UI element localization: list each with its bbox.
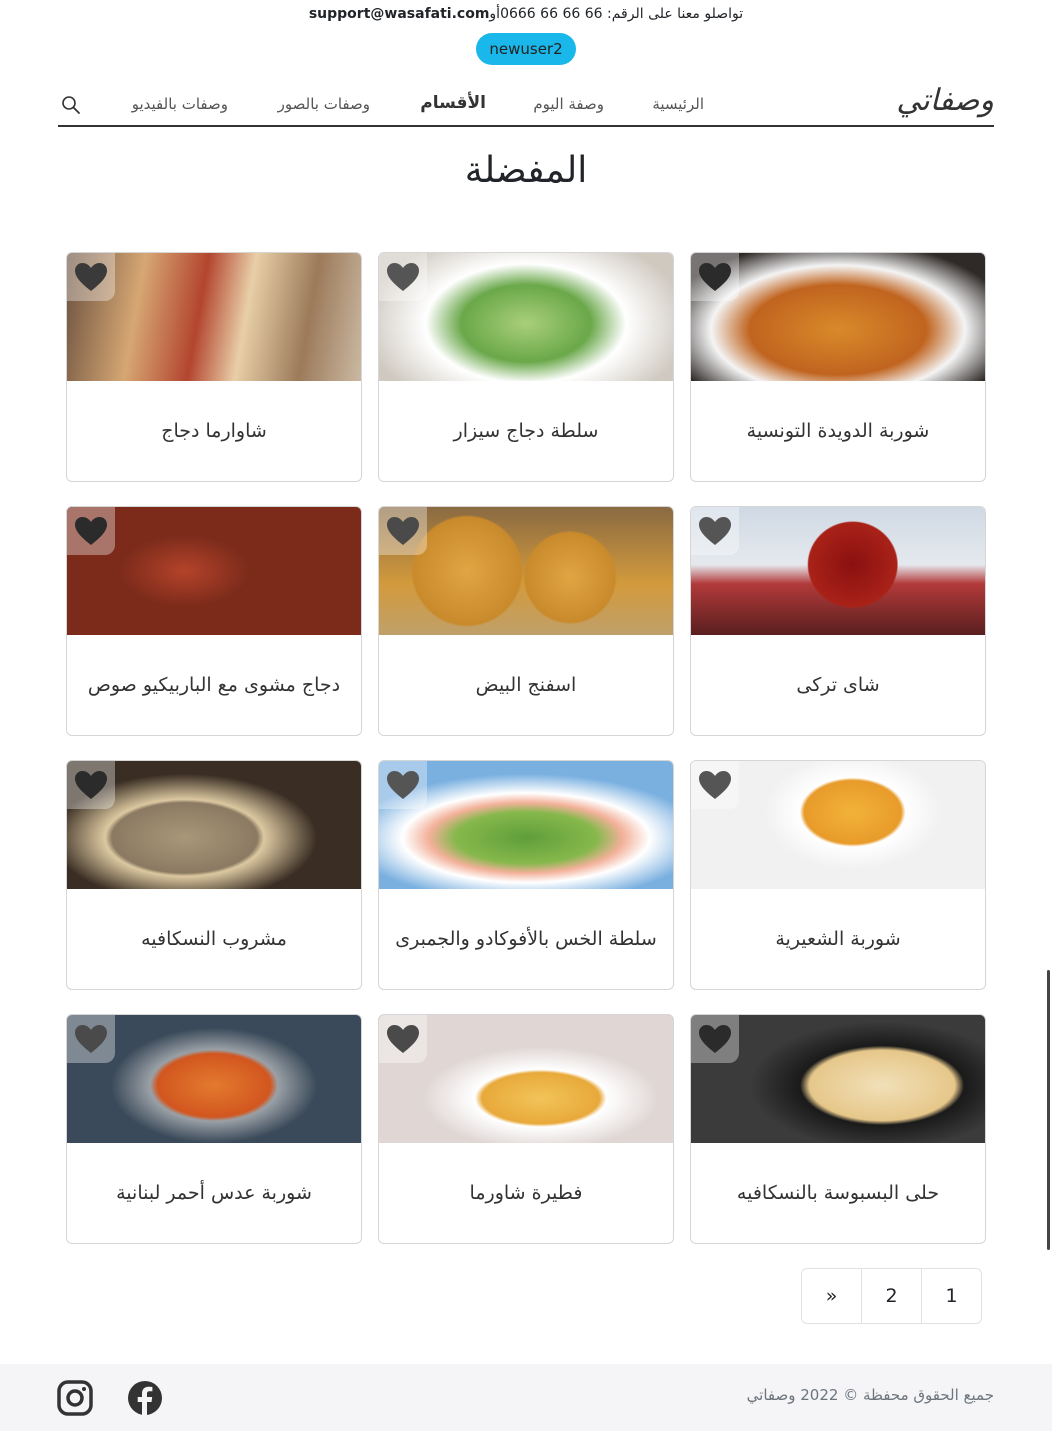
footer: جميع الحقوق محفظة © 2022 وصفاتي <box>0 1364 1052 1431</box>
recipe-title[interactable]: شوربة الشعيرية <box>701 889 975 989</box>
user-button[interactable]: newuser2 <box>476 33 576 65</box>
recipe-title[interactable]: شوربة الدويدة التونسية <box>701 381 975 481</box>
card-nescafe-drink[interactable]: مشروب النسكافيه <box>66 760 362 990</box>
card-avocado-shrimp-salad[interactable]: سلطة الخس بالأفوكادو والجمبرى <box>378 760 674 990</box>
card-caesar-salad[interactable]: سلطة دجاج سيزار <box>378 252 674 482</box>
favorite-heart-icon[interactable] <box>67 507 115 555</box>
main-nav: وصفاتي الرئيسية وصفة اليوم الأقسام وصفات… <box>58 80 994 127</box>
support-email[interactable]: support@wasafati.com <box>309 6 490 22</box>
nav-photo-recipes[interactable]: وصفات بالصور <box>278 95 370 113</box>
card-turkish-tea[interactable]: شاى تركى <box>690 506 986 736</box>
card-chicken-shawarma[interactable]: شاوارما دجاج <box>66 252 362 482</box>
nav-recipe-of-day[interactable]: وصفة اليوم <box>533 95 604 113</box>
pagination: » 2 1 <box>801 1268 982 1324</box>
recipe-title[interactable]: مشروب النسكافيه <box>77 889 351 989</box>
recipe-title[interactable]: شوربة عدس أحمر لبنانية <box>77 1143 351 1243</box>
favorite-heart-icon[interactable] <box>691 253 739 301</box>
recipe-title[interactable]: شاى تركى <box>701 635 975 735</box>
favorite-heart-icon[interactable] <box>379 761 427 809</box>
favorite-heart-icon[interactable] <box>691 1015 739 1063</box>
recipe-title[interactable]: اسفنج البيض <box>389 635 663 735</box>
pagination-page-2[interactable]: 2 <box>862 1269 922 1323</box>
contact-bar: تواصلو معنا على الرقم: 66 66 66 0666أوsu… <box>0 6 1052 22</box>
favorite-heart-icon[interactable] <box>691 507 739 555</box>
site-logo[interactable]: وصفاتي <box>896 83 994 118</box>
card-tunisian-soup[interactable]: شوربة الدويدة التونسية <box>690 252 986 482</box>
page-title: المفضلة <box>464 150 588 191</box>
card-bbq-chicken[interactable]: دجاج مشوى مع الباربيكيو صوص <box>66 506 362 736</box>
recipe-title[interactable]: سلطة دجاج سيزار <box>389 381 663 481</box>
nav-home[interactable]: الرئيسية <box>652 95 704 113</box>
copyright: جميع الحقوق محفظة © 2022 وصفاتي <box>746 1386 994 1404</box>
favorite-heart-icon[interactable] <box>67 253 115 301</box>
instagram-icon[interactable] <box>57 1380 93 1416</box>
favorite-heart-icon[interactable] <box>67 1015 115 1063</box>
scrollbar[interactable] <box>1044 0 1050 1431</box>
recipe-title[interactable]: حلى البسبوسة بالنسكافيه <box>701 1143 975 1243</box>
nav-categories[interactable]: الأقسام <box>420 93 486 113</box>
recipe-title[interactable]: دجاج مشوى مع الباربيكيو صوص <box>77 635 351 735</box>
recipe-title[interactable]: شاوارما دجاج <box>77 381 351 481</box>
card-nescafe-basbousa[interactable]: حلى البسبوسة بالنسكافيه <box>690 1014 986 1244</box>
favorite-heart-icon[interactable] <box>691 761 739 809</box>
card-egg-sponge[interactable]: اسفنج البيض <box>378 506 674 736</box>
recipe-title[interactable]: فطيرة شاورما <box>389 1143 663 1243</box>
card-shawarma-pie[interactable]: فطيرة شاورما <box>378 1014 674 1244</box>
card-vermicelli-soup[interactable]: شوربة الشعيرية <box>690 760 986 990</box>
favorite-heart-icon[interactable] <box>379 1015 427 1063</box>
search-icon[interactable] <box>61 95 81 115</box>
nav-video-recipes[interactable]: وصفات بالفيديو <box>132 95 228 113</box>
favorite-heart-icon[interactable] <box>379 253 427 301</box>
facebook-icon[interactable] <box>127 1380 163 1416</box>
card-lentil-soup[interactable]: شوربة عدس أحمر لبنانية <box>66 1014 362 1244</box>
favorite-heart-icon[interactable] <box>67 761 115 809</box>
favorite-heart-icon[interactable] <box>379 507 427 555</box>
contact-text: تواصلو معنا على الرقم: 66 66 66 0666أو <box>489 6 744 22</box>
pagination-page-1[interactable]: 1 <box>922 1269 981 1323</box>
pagination-next[interactable]: » <box>802 1269 862 1323</box>
scrollbar-thumb[interactable] <box>1047 970 1050 1250</box>
recipe-title[interactable]: سلطة الخس بالأفوكادو والجمبرى <box>389 889 663 989</box>
